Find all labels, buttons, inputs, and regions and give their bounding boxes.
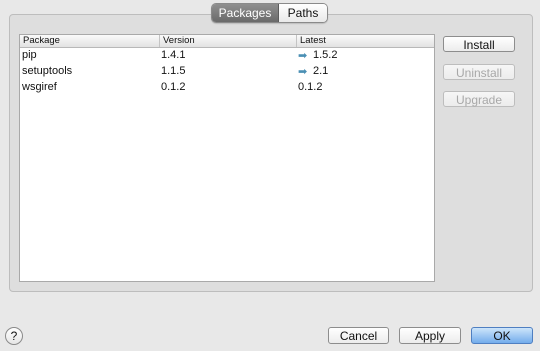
latest-version: 2.1 bbox=[313, 65, 329, 77]
arrow-right-icon: ➡ bbox=[298, 66, 308, 78]
package-latest: 0.1.2 bbox=[298, 81, 323, 93]
package-version: 1.1.5 bbox=[161, 65, 186, 77]
packages-table[interactable]: Package Version Latest pip 1.4.1 ➡ 1.5.2 … bbox=[19, 34, 435, 282]
tab-packages[interactable]: Packages bbox=[212, 4, 279, 22]
tab-paths[interactable]: Paths bbox=[279, 4, 327, 22]
tab-bar: Packages Paths bbox=[211, 3, 328, 23]
uninstall-button[interactable]: Uninstall bbox=[443, 64, 515, 80]
column-header-latest[interactable]: Latest bbox=[296, 35, 434, 47]
column-header-version[interactable]: Version bbox=[159, 35, 296, 47]
table-row[interactable]: wsgiref 0.1.2 0.1.2 bbox=[20, 79, 434, 95]
column-header-package[interactable]: Package bbox=[20, 35, 159, 47]
table-row[interactable]: pip 1.4.1 ➡ 1.5.2 bbox=[20, 47, 434, 63]
latest-version: 1.5.2 bbox=[313, 49, 338, 61]
help-button[interactable]: ? bbox=[5, 327, 23, 345]
arrow-right-icon: ➡ bbox=[298, 50, 308, 62]
ok-button[interactable]: OK bbox=[471, 327, 533, 344]
table-row[interactable]: setuptools 1.1.5 ➡ 2.1 bbox=[20, 63, 434, 79]
install-button[interactable]: Install bbox=[443, 36, 515, 52]
package-name: pip bbox=[22, 49, 37, 61]
package-latest: ➡ 1.5.2 bbox=[296, 47, 337, 63]
package-name: setuptools bbox=[22, 65, 73, 77]
upgrade-button[interactable]: Upgrade bbox=[443, 91, 515, 107]
package-version: 0.1.2 bbox=[161, 81, 186, 93]
cancel-button[interactable]: Cancel bbox=[328, 327, 389, 344]
apply-button[interactable]: Apply bbox=[399, 327, 461, 344]
package-version: 1.4.1 bbox=[161, 49, 186, 61]
package-latest: ➡ 2.1 bbox=[296, 63, 328, 79]
package-name: wsgiref bbox=[22, 81, 57, 93]
